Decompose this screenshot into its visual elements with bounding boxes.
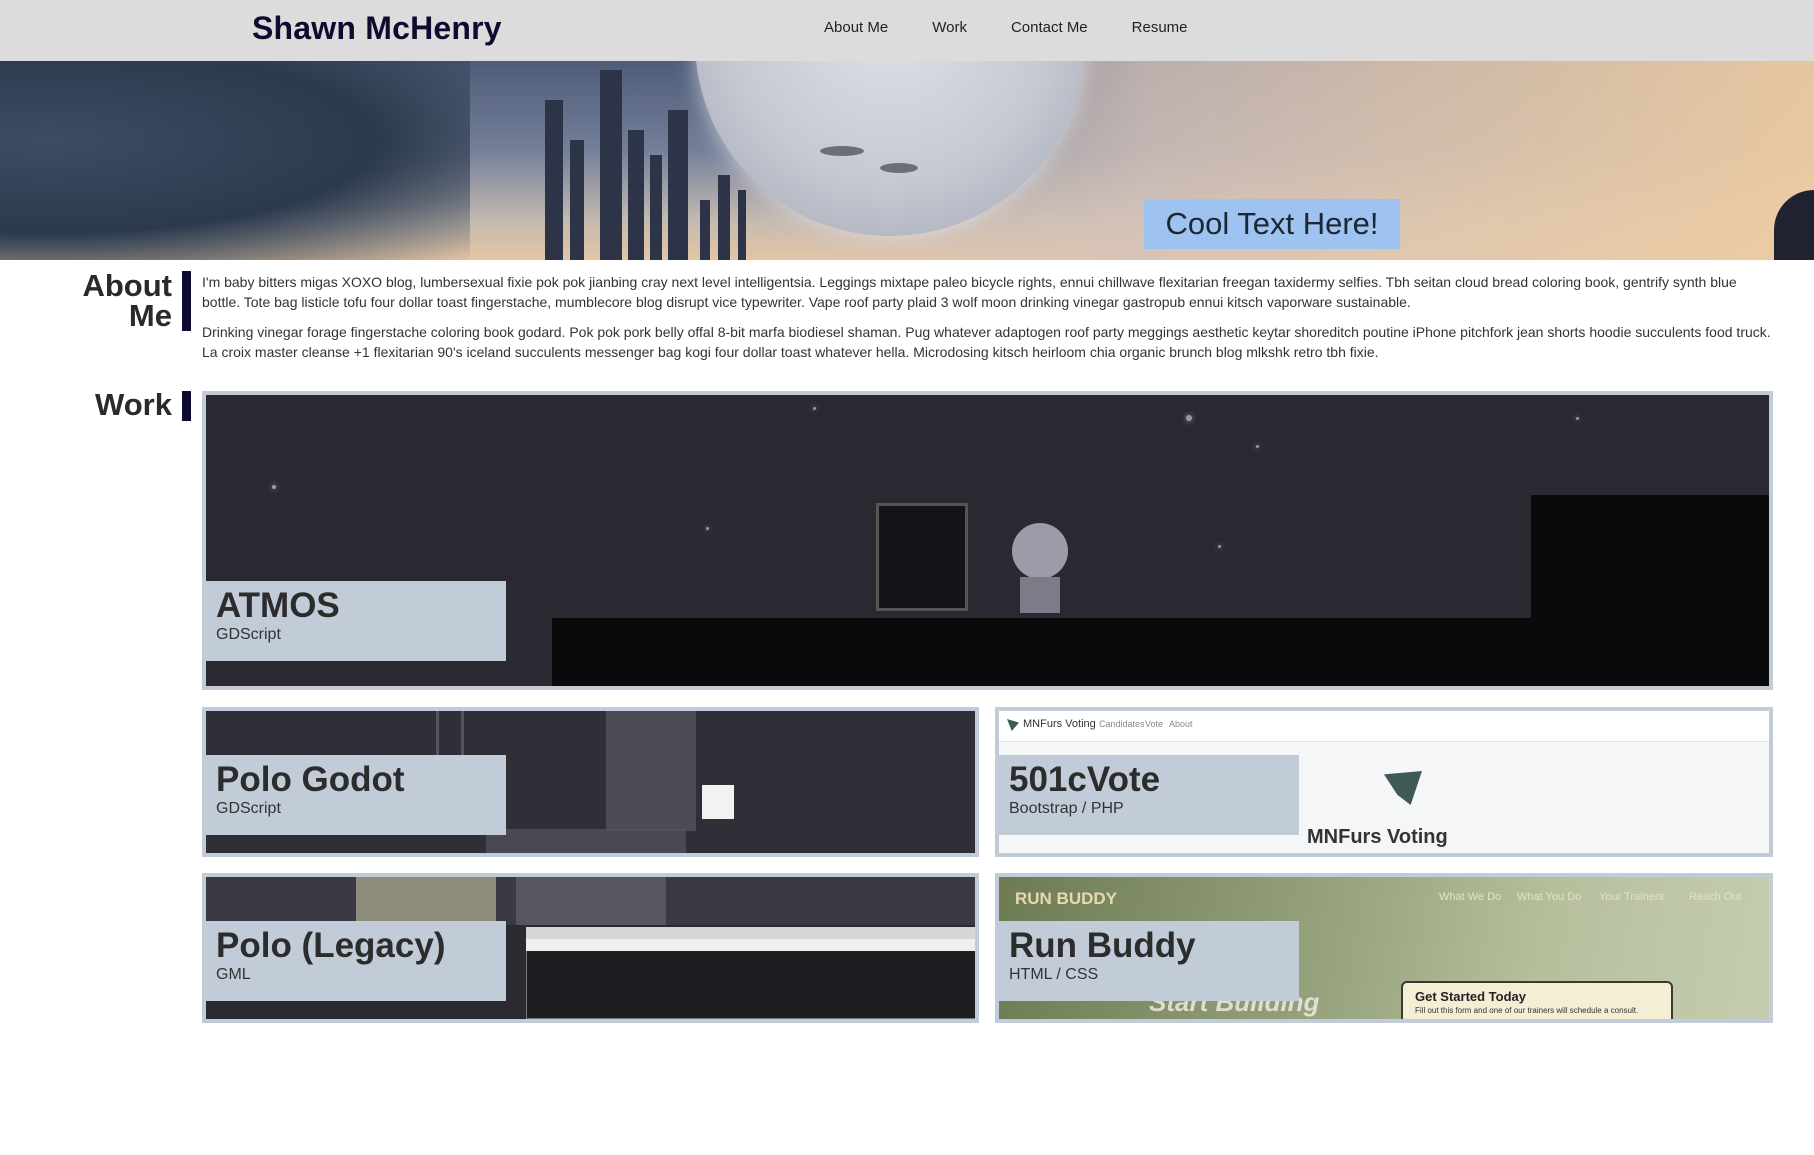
ground-terrain xyxy=(552,618,1536,686)
astronaut-body-graphic xyxy=(1020,577,1060,613)
project-card-501cvote[interactable]: MNFurs Voting Candidates Vote About MNFu… xyxy=(995,707,1773,857)
screenshot-nav-item: Your Trainers xyxy=(1599,891,1665,903)
tile-graphic xyxy=(356,877,496,925)
star-graphic xyxy=(272,485,276,489)
nav-about-me[interactable]: About Me xyxy=(824,19,888,36)
project-tech: Bootstrap / PHP xyxy=(1009,800,1124,817)
star-graphic xyxy=(706,527,709,530)
tower-graphic xyxy=(738,190,746,260)
pillar-graphic xyxy=(606,711,696,831)
ship-graphic xyxy=(880,163,918,173)
tower-graphic xyxy=(700,200,710,260)
screenshot-form-title: Get Started Today xyxy=(1415,989,1527,1004)
project-screenshot: RUN BUDDY What We Do What You Do Your Tr… xyxy=(999,877,1769,1019)
project-title: Run Buddy xyxy=(1009,926,1196,965)
project-screenshot: Polo (Legacy) GML xyxy=(206,877,975,1019)
top-navbar: Shawn McHenry About Me Work Contact Me R… xyxy=(0,0,1814,61)
project-tech: GDScript xyxy=(216,626,281,643)
project-tech: GDScript xyxy=(216,800,281,817)
screenshot-nav-item: What You Do xyxy=(1517,891,1582,903)
project-card-run-buddy[interactable]: RUN BUDDY What We Do What You Do Your Tr… xyxy=(995,873,1773,1023)
screenshot-hero-title: MNFurs Voting xyxy=(1307,826,1448,848)
project-screenshot: ATMOS GDScript xyxy=(206,395,1769,686)
about-body: I'm baby bitters migas XOXO blog, lumber… xyxy=(202,272,1774,372)
cliff-terrain xyxy=(1531,495,1769,686)
star-graphic xyxy=(1186,415,1192,421)
terminal-graphic xyxy=(876,503,968,611)
about-heading-text: About Me xyxy=(82,268,172,333)
project-tech: GML xyxy=(216,966,251,983)
ladder-graphic xyxy=(436,711,464,758)
project-card-polo-legacy[interactable]: Polo (Legacy) GML xyxy=(202,873,979,1023)
tower-graphic xyxy=(650,155,662,260)
work-heading-text: Work xyxy=(95,387,172,422)
tower-graphic xyxy=(570,140,584,260)
about-paragraph: Drinking vinegar forage fingerstache col… xyxy=(202,324,1771,360)
screenshot-nav-item: Vote xyxy=(1145,719,1164,729)
project-label: 501cVote Bootstrap / PHP xyxy=(999,755,1299,835)
project-label: ATMOS GDScript xyxy=(206,581,506,661)
project-title: 501cVote xyxy=(1009,760,1161,799)
project-label: Polo (Legacy) GML xyxy=(206,921,506,1001)
fox-logo-icon xyxy=(1384,771,1422,805)
nav-contact-me[interactable]: Contact Me xyxy=(1011,19,1088,36)
editor-titlebar xyxy=(526,927,975,939)
star-graphic xyxy=(1218,545,1221,548)
screenshot-form-subtitle: Fill out this form and one of our traine… xyxy=(1415,1006,1639,1015)
screenshot-nav-item: What We Do xyxy=(1439,891,1502,903)
star-graphic xyxy=(813,407,816,410)
project-screenshot: Polo Godot GDScript xyxy=(206,711,975,853)
screenshot-brand: MNFurs Voting xyxy=(1023,718,1096,730)
nav-work[interactable]: Work xyxy=(932,19,967,36)
tower-graphic xyxy=(600,70,622,260)
stairs-graphic xyxy=(516,877,666,925)
hero-callout: Cool Text Here! xyxy=(1144,199,1400,249)
star-graphic xyxy=(1256,445,1259,448)
main-nav: About Me Work Contact Me Resume xyxy=(824,19,1188,36)
site-brand[interactable]: Shawn McHenry xyxy=(252,10,502,47)
project-card-atmos[interactable]: ATMOS GDScript xyxy=(202,391,1773,690)
tower-graphic xyxy=(668,110,688,260)
hero-banner: Cool Text Here! xyxy=(0,61,1814,260)
screenshot-nav-item: Reach Out xyxy=(1689,891,1742,903)
screenshot-brand: RUN BUDDY xyxy=(1015,889,1117,908)
editor-toolbar xyxy=(526,939,975,951)
work-heading: Work xyxy=(60,387,172,422)
project-title: Polo (Legacy) xyxy=(216,926,446,965)
project-title: Polo Godot xyxy=(216,760,405,799)
project-card-polo-godot[interactable]: Polo Godot GDScript xyxy=(202,707,979,857)
nav-resume[interactable]: Resume xyxy=(1132,19,1188,36)
cliff-graphic xyxy=(0,61,470,260)
star-graphic xyxy=(1576,417,1579,420)
work-accent-bar xyxy=(182,391,191,421)
project-screenshot: MNFurs Voting Candidates Vote About MNFu… xyxy=(999,711,1769,853)
screenshot-nav-item: About xyxy=(1169,719,1193,729)
project-tech: HTML / CSS xyxy=(1009,966,1099,983)
project-label: Run Buddy HTML / CSS xyxy=(999,921,1299,1001)
tower-graphic xyxy=(718,175,730,260)
platform-graphic xyxy=(486,829,686,853)
character-graphic xyxy=(702,785,734,819)
tower-graphic xyxy=(628,130,644,260)
screenshot-nav-item: Candidates xyxy=(1099,719,1145,729)
project-title: ATMOS xyxy=(216,586,340,625)
project-label: Polo Godot GDScript xyxy=(206,755,506,835)
tower-graphic xyxy=(545,100,563,260)
about-accent-bar xyxy=(182,271,191,331)
ship-graphic xyxy=(820,146,864,156)
about-heading: About Me xyxy=(60,268,172,333)
astronaut-helmet-graphic xyxy=(1012,523,1068,579)
about-paragraph: I'm baby bitters migas XOXO blog, lumber… xyxy=(202,274,1737,310)
screenshot-form-card: Get Started Today Fill out this form and… xyxy=(1401,981,1673,1019)
